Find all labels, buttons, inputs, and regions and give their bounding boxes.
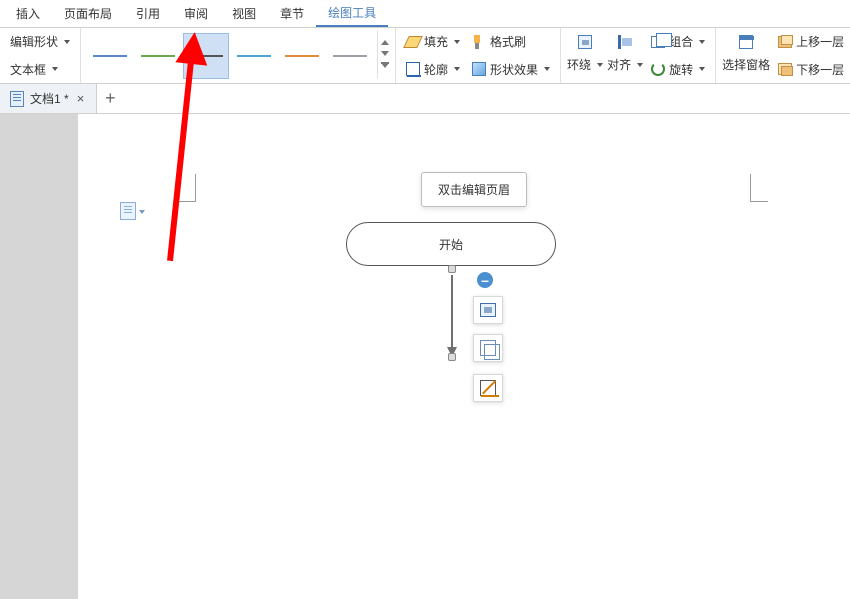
bring-forward-icon — [778, 36, 792, 48]
header-edit-tooltip[interactable]: 双击编辑页眉 — [421, 172, 527, 207]
outline-button[interactable]: 轮廓 — [400, 58, 466, 82]
tab-insert[interactable]: 插入 — [4, 0, 52, 27]
selection-pane-icon — [739, 35, 753, 49]
wrap-button[interactable]: 环绕 — [565, 53, 605, 77]
outline-label: 轮廓 — [424, 61, 448, 78]
tab-drawing-tools[interactable]: 绘图工具 — [316, 0, 388, 27]
header-tooltip-label: 双击编辑页眉 — [438, 183, 510, 197]
gallery-scroll[interactable] — [377, 30, 391, 78]
wrap-icon — [480, 303, 496, 317]
line-style-6[interactable] — [327, 33, 373, 79]
selection-handle-bottom[interactable] — [448, 265, 456, 273]
selection-pane-button[interactable]: 选择窗格 — [720, 53, 772, 77]
chevron-down-icon — [699, 40, 705, 44]
selection-pane-label: 选择窗格 — [722, 56, 770, 73]
chevron-down-icon — [454, 40, 460, 44]
rotate-button[interactable]: 旋转 — [645, 58, 711, 82]
effect-icon — [472, 62, 486, 76]
bring-forward-button[interactable]: 上移一层 — [772, 30, 850, 54]
chevron-down-icon — [544, 67, 550, 71]
line-style-icon — [480, 380, 496, 396]
line-style-2[interactable] — [135, 33, 181, 79]
send-backward-label: 下移一层 — [796, 61, 844, 78]
align-label: 对齐 — [607, 56, 631, 73]
tab-section[interactable]: 章节 — [268, 0, 316, 27]
text-box-button[interactable]: 文本框 — [4, 58, 76, 82]
group-label: 组合 — [669, 33, 693, 50]
group-arrange: 环绕 对齐 组合 旋转 — [561, 28, 716, 83]
chevron-down-icon — [454, 67, 460, 71]
chevron-down-icon — [139, 210, 145, 214]
connector-endpoint-handle[interactable] — [448, 353, 456, 361]
minus-badge[interactable]: – — [477, 272, 493, 288]
rotate-icon — [651, 62, 665, 76]
format-painter-button[interactable]: 格式刷 — [466, 30, 556, 54]
send-backward-button[interactable]: 下移一层 — [772, 58, 850, 82]
mask-icon — [480, 340, 496, 356]
scroll-up-icon — [381, 40, 389, 45]
tab-review[interactable]: 审阅 — [172, 0, 220, 27]
ribbon: 编辑形状 文本框 填充 — [0, 28, 850, 84]
connector-shaft — [451, 275, 453, 347]
edit-shape-button[interactable]: 编辑形状 — [4, 30, 76, 54]
close-icon[interactable]: × — [75, 91, 87, 106]
group-button[interactable]: 组合 — [645, 30, 711, 54]
tab-page-layout[interactable]: 页面布局 — [52, 0, 124, 27]
chevron-down-icon — [597, 63, 603, 67]
group-pane-order: 选择窗格 上移一层 下移一层 — [716, 28, 850, 83]
page-margin-marker-right — [750, 174, 768, 202]
align-button[interactable]: 对齐 — [605, 53, 645, 77]
rotate-label: 旋转 — [669, 61, 693, 78]
new-tab-button[interactable]: + — [97, 88, 123, 109]
line-style-3[interactable] — [183, 33, 229, 79]
tab-view[interactable]: 视图 — [220, 0, 268, 27]
float-button-style[interactable] — [473, 374, 503, 402]
group-fill-outline: 填充 轮廓 格式刷 形状效果 — [396, 28, 561, 83]
text-box-label: 文本框 — [10, 61, 46, 78]
format-painter-label: 格式刷 — [490, 33, 526, 50]
group-icon — [651, 36, 665, 48]
scroll-down-icon — [381, 51, 389, 56]
chevron-down-icon — [64, 40, 70, 44]
fill-icon — [403, 36, 423, 48]
float-button-mask[interactable] — [473, 334, 503, 362]
main-tabs: 插入 页面布局 引用 审阅 视图 章节 绘图工具 — [0, 0, 850, 28]
chevron-down-icon — [52, 67, 58, 71]
page-gutter — [0, 114, 78, 599]
wrap-label: 环绕 — [567, 56, 591, 73]
flowchart-start-shape[interactable]: 开始 — [346, 222, 556, 266]
bring-forward-label: 上移一层 — [796, 33, 844, 50]
group-line-styles — [81, 28, 396, 83]
document-tab-label: 文档1 * — [30, 90, 69, 107]
chevron-down-icon — [699, 67, 705, 71]
tab-references[interactable]: 引用 — [124, 0, 172, 27]
chevron-down-icon — [637, 63, 643, 67]
line-style-4[interactable] — [231, 33, 277, 79]
align-icon — [618, 35, 632, 49]
edit-shape-label: 编辑形状 — [10, 33, 58, 50]
group-edit-text: 编辑形状 文本框 — [0, 28, 81, 83]
line-style-1[interactable] — [87, 33, 133, 79]
start-shape-label: 开始 — [439, 236, 463, 253]
page-setup-icon[interactable] — [120, 202, 136, 220]
document-icon — [10, 91, 24, 107]
float-button-wrap[interactable] — [473, 296, 503, 324]
document-tab-bar: 文档1 * × + — [0, 84, 850, 114]
gallery-expand-icon — [381, 62, 389, 68]
page-margin-marker-left — [178, 174, 196, 202]
shape-effect-label: 形状效果 — [490, 61, 538, 78]
fill-button[interactable]: 填充 — [400, 30, 466, 54]
send-backward-icon — [778, 63, 792, 75]
document-tab[interactable]: 文档1 * × — [0, 84, 97, 113]
wrap-icon — [578, 35, 592, 49]
outline-icon — [406, 62, 420, 76]
shape-effect-button[interactable]: 形状效果 — [466, 58, 556, 82]
fill-label: 填充 — [424, 33, 448, 50]
line-style-gallery — [85, 30, 375, 81]
brush-icon — [472, 35, 486, 49]
line-style-5[interactable] — [279, 33, 325, 79]
